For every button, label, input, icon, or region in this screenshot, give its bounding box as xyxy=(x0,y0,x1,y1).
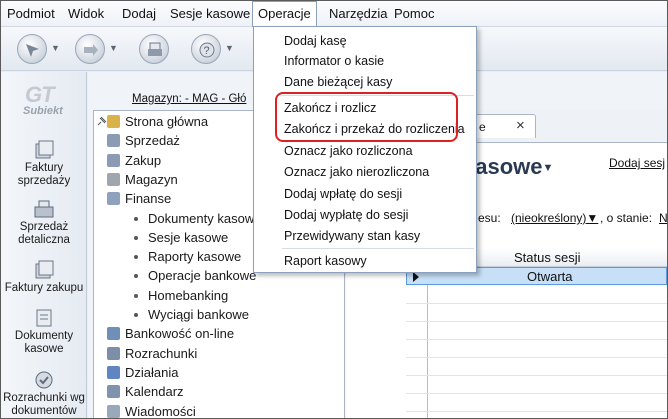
menu-sesje-kasowe[interactable]: Sesje kasowe xyxy=(165,1,255,27)
bullet-icon xyxy=(134,293,138,298)
tree-node-icon xyxy=(107,153,120,167)
chevron-down-icon[interactable]: ▼ xyxy=(225,43,234,53)
print-button[interactable] xyxy=(139,34,169,64)
annotation-highlight xyxy=(275,92,458,142)
tree-item-label: Sprzedaż xyxy=(125,133,180,149)
rail-faktury-zakupu[interactable]: Faktury zakupu xyxy=(1,258,87,295)
tree-item-label: Wyciągi bankowe xyxy=(148,307,250,322)
chevron-down-icon[interactable]: ▼ xyxy=(109,43,118,53)
bullet-icon xyxy=(134,235,138,240)
svg-text:?: ? xyxy=(204,45,210,57)
tree-item-label: Magazyn xyxy=(125,171,178,187)
rail-faktury-sprzedazy[interactable]: Faktury sprzedaży xyxy=(1,138,87,188)
printer-icon xyxy=(148,42,162,56)
tree-node-icon xyxy=(107,192,120,206)
tree-node-icon xyxy=(107,346,120,360)
tree-item-label: Działania xyxy=(125,364,179,380)
menu-bar: Podmiot Widok Dodaj Sesje kasowe Operacj… xyxy=(1,1,667,27)
help-button[interactable]: ? xyxy=(191,34,221,64)
tree-node-icon xyxy=(107,134,120,148)
tree-item-label: Rozrachunki xyxy=(125,345,198,361)
tree-item-label: Raporty kasowe xyxy=(148,249,242,265)
table-row[interactable] xyxy=(406,286,667,304)
bullet-icon xyxy=(134,255,138,260)
menu-dodaj[interactable]: Dodaj xyxy=(117,1,161,27)
tree-node-icon xyxy=(107,115,120,128)
chevron-down-icon[interactable]: ▼ xyxy=(51,43,60,53)
tree-item-label: Bankowość on-line xyxy=(125,326,235,342)
menu-item-dodaj-kase[interactable]: Dodaj kasę xyxy=(284,31,347,51)
forward-icon xyxy=(84,44,98,56)
rail-sprzedaz-detaliczna[interactable]: Sprzedaż detaliczna xyxy=(1,197,87,247)
tree-item-label: Zakup xyxy=(125,152,162,168)
row-selector-icon xyxy=(413,272,419,282)
menu-pomoc[interactable]: Pomoc xyxy=(389,1,439,27)
menu-item-oznacz-rozliczona[interactable]: Oznacz jako rozliczona xyxy=(284,141,413,161)
menu-podmiot[interactable]: Podmiot xyxy=(2,1,60,27)
tree-node-icon xyxy=(107,365,120,379)
menu-item-dane-biezacej-kasy[interactable]: Dane bieżącej kasy xyxy=(284,72,392,92)
tree-node-icon xyxy=(107,385,120,399)
arrow-icon xyxy=(26,44,39,57)
navigate-button[interactable] xyxy=(17,34,47,64)
menu-item-oznacz-nierozliczona[interactable]: Oznacz jako nierozliczona xyxy=(284,162,429,182)
tree-item-label: Homebanking xyxy=(148,287,229,303)
tree-item-label: Strona główna xyxy=(125,114,209,129)
bullet-icon xyxy=(134,274,138,279)
application-window: Podmiot Widok Dodaj Sesje kasowe Operacj… xyxy=(0,0,668,419)
filter-state-value[interactable]: N xyxy=(659,211,667,225)
forward-button[interactable] xyxy=(75,34,105,64)
table-row[interactable] xyxy=(406,376,667,394)
add-session-link[interactable]: Dodaj sesj xyxy=(609,156,665,170)
tree-node-icon xyxy=(107,404,120,418)
magazyn-selector[interactable]: Magazyn: - MAG - Głó xyxy=(132,93,246,105)
menu-item-dodaj-wplate[interactable]: Dodaj wpłatę do sesji xyxy=(284,184,402,204)
menu-separator xyxy=(282,248,474,249)
sessions-grid: Status sesji Otwarta xyxy=(406,248,667,418)
tree-item-label: Kalendarz xyxy=(125,384,184,400)
filter-label: esu: xyxy=(478,211,501,225)
tree-item-label: Dokumenty kasowe xyxy=(148,210,262,226)
table-row[interactable] xyxy=(406,394,667,412)
menu-widok[interactable]: Widok xyxy=(63,1,109,27)
filter-value[interactable]: (nieokreślony)▼ xyxy=(511,211,598,225)
table-row[interactable] xyxy=(406,340,667,358)
menu-item-informator-o-kasie[interactable]: Informator o kasie xyxy=(284,51,384,71)
menu-item-dodaj-wyplate[interactable]: Dodaj wypłatę do sesji xyxy=(284,205,408,225)
menu-item-przewidywany-stan[interactable]: Przewidywany stan kasy xyxy=(284,226,420,246)
left-rail: GT Subiekt Faktury sprzedaży Sprzedaż de… xyxy=(1,72,87,418)
menu-narzedzia[interactable]: Narzędzia xyxy=(324,1,393,27)
table-row[interactable] xyxy=(406,304,667,322)
chevron-down-icon[interactable]: ▼ xyxy=(543,162,554,174)
bullet-icon xyxy=(134,216,138,221)
rail-dokumenty-kasowe[interactable]: Dokumenty kasowe xyxy=(1,306,87,356)
cash-documents-icon xyxy=(36,309,52,327)
tree-item-label: Operacje bankowe xyxy=(148,268,257,284)
subiekt-logo: GT Subiekt xyxy=(23,82,63,117)
table-row[interactable] xyxy=(406,358,667,376)
rail-rozrachunki[interactable]: Rozrachunki wg dokumentów xyxy=(1,368,87,418)
bullet-icon xyxy=(134,313,138,317)
operacje-dropdown: Dodaj kasę Informator o kasie Dane bieżą… xyxy=(253,26,477,273)
help-icon: ? xyxy=(199,42,215,58)
tree-item-label: Wiadomości xyxy=(125,403,196,419)
tree-node-icon xyxy=(107,172,120,186)
tree-item-label: Sesje kasowe xyxy=(148,229,229,245)
menu-item-raport-kasowy[interactable]: Raport kasowy xyxy=(284,251,367,271)
close-icon[interactable]: × xyxy=(516,117,525,134)
filter-state-label: , o stanie: xyxy=(600,211,653,225)
invoices-icon xyxy=(35,140,54,159)
cash-register-icon xyxy=(34,200,54,218)
purchase-invoices-icon xyxy=(35,260,54,279)
menu-operacje[interactable]: Operacje xyxy=(252,1,317,27)
table-row[interactable] xyxy=(406,322,667,340)
settlements-icon xyxy=(35,371,53,389)
tree-node-icon xyxy=(107,327,120,341)
tree-item-label: Finanse xyxy=(125,191,172,207)
